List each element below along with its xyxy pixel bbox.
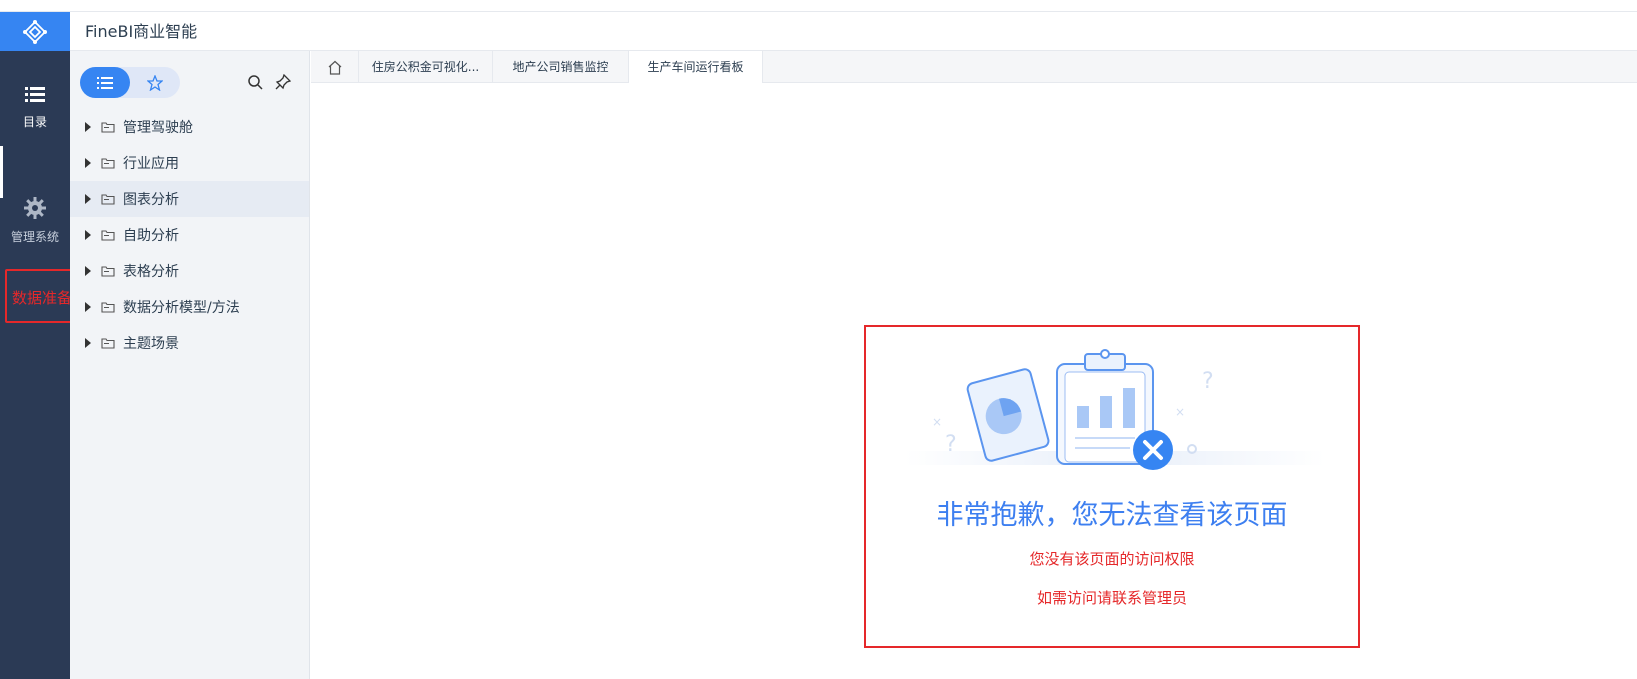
search-button[interactable]: [246, 73, 264, 91]
rail-item-management[interactable]: 管理系统: [0, 197, 70, 245]
annotation-label: 数据准备: [12, 289, 73, 307]
rail-active-indicator: [0, 146, 3, 198]
tree-item-label: 主题场景: [123, 336, 179, 352]
expand-arrow-icon[interactable]: [85, 194, 91, 204]
favorites-button[interactable]: [132, 67, 178, 98]
app-title: FineBI商业智能: [85, 22, 198, 41]
rail-item-directory[interactable]: 目录: [0, 86, 70, 130]
tab-bar: 住房公积金可视化... 地产公司销售监控 生产车间运行看板: [311, 51, 1637, 83]
folder-icon: [101, 121, 115, 133]
folder-icon: [101, 301, 115, 313]
expand-arrow-icon[interactable]: [85, 122, 91, 132]
expand-arrow-icon[interactable]: [85, 302, 91, 312]
tab-housing-fund[interactable]: 住房公积金可视化...: [359, 51, 493, 83]
tab-label: 地产公司销售监控: [512, 60, 609, 74]
annotation-box: [864, 325, 1360, 648]
tab-real-estate-sales[interactable]: 地产公司销售监控: [493, 51, 629, 83]
pin-icon: [275, 74, 291, 90]
search-icon: [248, 75, 263, 90]
list-icon: [97, 76, 113, 89]
star-icon: [147, 74, 163, 91]
tab-home[interactable]: [311, 51, 359, 83]
folder-icon: [101, 193, 115, 205]
tree-item[interactable]: 表格分析: [70, 253, 309, 289]
folder-icon: [101, 337, 115, 349]
expand-arrow-icon[interactable]: [85, 230, 91, 240]
tree-item[interactable]: 管理驾驶舱: [70, 109, 309, 145]
tree-item-label: 行业应用: [123, 156, 179, 172]
left-rail: 目录 管理系统: [0, 51, 70, 679]
tree-item[interactable]: 数据分析模型/方法: [70, 289, 309, 325]
tree-item-label: 管理驾驶舱: [123, 120, 193, 136]
expand-arrow-icon[interactable]: [85, 338, 91, 348]
tab-label: 生产车间运行看板: [647, 60, 744, 74]
tree-item[interactable]: 行业应用: [70, 145, 309, 181]
folder-icon: [101, 157, 115, 169]
home-icon: [328, 60, 341, 75]
top-strip: [0, 0, 1637, 12]
rail-item-label: 管理系统: [10, 230, 59, 244]
folder-icon: [101, 265, 115, 277]
logo-icon: [23, 19, 47, 44]
tree-item-label: 图表分析: [123, 192, 179, 208]
tree-item[interactable]: 图表分析: [70, 181, 309, 217]
tree-item-label: 数据分析模型/方法: [123, 300, 240, 316]
tree-item-label: 表格分析: [123, 264, 179, 280]
app-window: FineBI商业智能 目录 管理系统 数据准备 管理驾驶舱 行业应用 图表分析 …: [0, 0, 1637, 679]
gear-icon: [24, 197, 46, 219]
tree-item[interactable]: 自助分析: [70, 217, 309, 253]
tree-item[interactable]: 主题场景: [70, 325, 309, 361]
expand-arrow-icon[interactable]: [85, 158, 91, 168]
list-icon: [25, 87, 45, 102]
header-bar: [70, 12, 1637, 51]
expand-arrow-icon[interactable]: [85, 266, 91, 276]
tab-label: 住房公积金可视化...: [371, 60, 480, 74]
rail-item-label: 目录: [22, 115, 47, 129]
directory-panel: 管理驾驶舱行业应用图表分析自助分析表格分析数据分析模型/方法 主题场景: [70, 51, 310, 679]
tab-workshop-board[interactable]: 生产车间运行看板: [629, 51, 763, 83]
pin-button[interactable]: [274, 73, 292, 91]
list-view-button[interactable]: [80, 67, 130, 98]
view-switch: [80, 67, 180, 98]
folder-icon: [101, 229, 115, 241]
app-logo[interactable]: [0, 12, 70, 51]
tree-item-label: 自助分析: [123, 228, 179, 244]
